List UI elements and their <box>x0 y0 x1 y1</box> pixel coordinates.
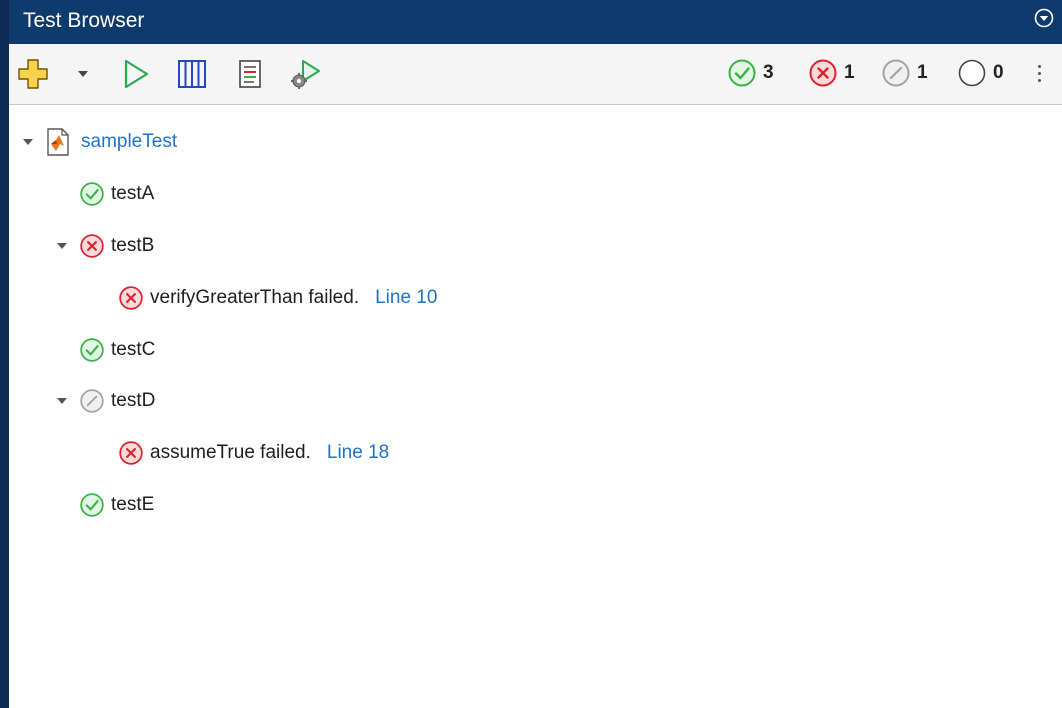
dropdown-arrow-icon[interactable] <box>75 58 91 90</box>
report-icon[interactable] <box>234 58 266 90</box>
failed-icon <box>119 286 143 310</box>
add-tests-icon[interactable] <box>17 58 49 90</box>
diagnostic-row-testd[interactable]: assumeTrue failed. Line 18 <box>118 436 389 470</box>
not-run-count-value: 0 <box>993 62 1004 83</box>
collapse-arrow-icon[interactable] <box>55 394 69 408</box>
tree-item-label: testB <box>111 235 155 256</box>
tree-item-testb[interactable]: testB <box>55 229 154 263</box>
passed-icon <box>80 182 104 206</box>
incomplete-icon <box>80 389 104 413</box>
tree-item-teste[interactable]: testE <box>79 488 154 522</box>
more-options-icon[interactable] <box>1036 62 1042 86</box>
columns-icon[interactable] <box>176 58 208 90</box>
failed-count-value: 1 <box>844 62 855 83</box>
line-link[interactable]: Line 18 <box>327 442 389 464</box>
diagnostic-row-testb[interactable]: verifyGreaterThan failed. Line 10 <box>118 281 437 315</box>
tree-item-label: testE <box>111 494 155 515</box>
passed-count[interactable]: 3 <box>727 58 787 88</box>
panel-menu-icon[interactable] <box>1034 8 1054 28</box>
incomplete-icon <box>881 58 911 88</box>
diagnostic-text: assumeTrue failed. <box>150 442 311 463</box>
tree-item-testc[interactable]: testC <box>79 333 155 367</box>
tree-item-label: testA <box>111 183 155 204</box>
passed-icon <box>727 58 757 88</box>
tree-item-testa[interactable]: testA <box>79 177 154 211</box>
test-tree: sampleTest testA testB verifyGreaterThan… <box>9 105 1062 708</box>
run-icon[interactable] <box>120 58 152 90</box>
passed-icon <box>80 338 104 362</box>
run-settings-icon[interactable] <box>290 58 322 90</box>
tree-item-testd[interactable]: testD <box>55 384 155 418</box>
title-bar: Test Browser <box>9 0 1062 44</box>
failed-icon <box>119 441 143 465</box>
failed-icon <box>80 234 104 258</box>
toolbar: 3 1 1 0 <box>9 44 1062 105</box>
window-title: Test Browser <box>23 9 145 32</box>
tree-root-label[interactable]: sampleTest <box>81 131 177 153</box>
window-left-border <box>0 0 9 708</box>
not-run-icon <box>957 58 987 88</box>
failed-count[interactable]: 1 <box>808 58 868 88</box>
diagnostic-text: verifyGreaterThan failed. <box>150 287 360 308</box>
not-run-count[interactable]: 0 <box>957 58 1017 88</box>
collapse-arrow-icon[interactable] <box>21 135 35 149</box>
collapse-arrow-icon[interactable] <box>55 239 69 253</box>
passed-icon <box>80 493 104 517</box>
matlab-test-file-icon <box>47 128 69 156</box>
tree-item-label: testD <box>111 390 156 411</box>
tree-root-sampletest[interactable]: sampleTest <box>21 125 177 159</box>
passed-count-value: 3 <box>763 62 774 83</box>
line-link[interactable]: Line 10 <box>375 287 437 309</box>
incomplete-count[interactable]: 1 <box>881 58 941 88</box>
incomplete-count-value: 1 <box>917 62 928 83</box>
failed-icon <box>808 58 838 88</box>
tree-item-label: testC <box>111 339 156 360</box>
